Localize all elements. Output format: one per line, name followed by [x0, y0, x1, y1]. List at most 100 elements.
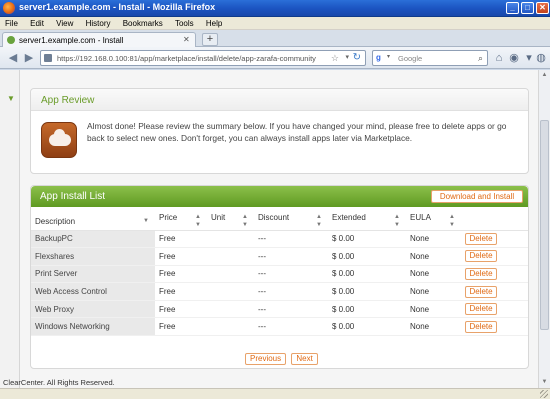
- cell-eula: None: [406, 230, 461, 249]
- close-window-button[interactable]: ✕: [536, 2, 549, 14]
- col-unit[interactable]: Unit ▲ ▼: [207, 213, 254, 231]
- sort-icon: ▲ ▼: [449, 214, 455, 229]
- table-row: Web Access Control Free --- $ 0.00 None …: [31, 282, 528, 301]
- globe-icon[interactable]: ◍: [534, 51, 548, 65]
- pagination: Previous Next: [245, 353, 321, 365]
- maximize-button[interactable]: □: [521, 2, 534, 14]
- scroll-down-icon[interactable]: ▼: [539, 377, 550, 388]
- tab-install[interactable]: server1.example.com - Install ✕: [2, 32, 196, 47]
- cell-unit: [207, 317, 254, 337]
- delete-button[interactable]: Delete: [465, 303, 497, 316]
- table-row: Print Server Free --- $ 0.00 None Delete: [31, 265, 528, 284]
- col-description[interactable]: Description ▼: [31, 213, 155, 231]
- search-icon[interactable]: ⌕: [478, 53, 483, 64]
- cell-description: Print Server: [31, 265, 155, 284]
- menu-view[interactable]: View: [51, 17, 78, 28]
- app-review-header: App Review: [31, 89, 528, 111]
- download-and-install-button[interactable]: Download and Install: [431, 190, 523, 203]
- menu-file[interactable]: File: [0, 17, 23, 28]
- menu-edit[interactable]: Edit: [25, 17, 49, 28]
- cell-description: Web Access Control: [31, 282, 155, 301]
- scroll-up-icon[interactable]: ▲: [539, 70, 550, 81]
- url-dropdown-icon[interactable]: ▾: [345, 53, 349, 61]
- col-extended[interactable]: Extended ▲ ▼: [328, 213, 406, 231]
- cell-eula: None: [406, 300, 461, 319]
- sort-icon: ▲ ▼: [195, 214, 201, 229]
- search-input[interactable]: Google: [398, 54, 422, 63]
- new-tab-button[interactable]: +: [202, 33, 218, 46]
- menu-help[interactable]: Help: [201, 17, 227, 28]
- delete-button[interactable]: Delete: [465, 267, 497, 280]
- home-icon[interactable]: ⌂: [492, 51, 506, 65]
- cell-price: Free: [155, 317, 207, 337]
- next-button[interactable]: Next: [291, 353, 318, 365]
- vertical-scrollbar[interactable]: ▲ ▼: [538, 70, 550, 388]
- reload-icon[interactable]: ↻: [353, 52, 361, 63]
- app-review-title: App Review: [41, 95, 95, 106]
- cell-description: BackupPC: [31, 230, 155, 249]
- cell-eula: None: [406, 247, 461, 266]
- close-tab-icon[interactable]: ✕: [183, 35, 191, 44]
- cell-extended: $ 0.00: [328, 300, 406, 319]
- cell-discount: ---: [254, 265, 328, 284]
- app-install-list-title: App Install List: [40, 191, 106, 202]
- forward-button[interactable]: ▶: [22, 51, 36, 65]
- app-review-panel: App Review Almost done! Please review th…: [30, 88, 529, 174]
- menu-bookmarks[interactable]: Bookmarks: [118, 17, 168, 28]
- cell-eula: None: [406, 317, 461, 337]
- delete-button[interactable]: Delete: [465, 285, 497, 298]
- cell-price: Free: [155, 265, 207, 284]
- window-title: server1.example.com - Install - Mozilla …: [19, 2, 216, 12]
- app-install-list-header: App Install List Download and Install: [31, 186, 528, 207]
- cell-extended: $ 0.00: [328, 282, 406, 301]
- resize-grip-icon[interactable]: [540, 390, 548, 398]
- search-engine-icon[interactable]: g: [376, 53, 386, 63]
- delete-button[interactable]: Delete: [465, 320, 497, 333]
- cell-unit: [207, 247, 254, 266]
- delete-button[interactable]: Delete: [465, 250, 497, 263]
- site-identity-icon[interactable]: [44, 54, 52, 62]
- status-bar: [0, 388, 550, 399]
- marketplace-cloud-icon: [41, 122, 77, 158]
- table-row: Windows Networking Free --- $ 0.00 None …: [31, 317, 528, 337]
- col-discount[interactable]: Discount ▲ ▼: [254, 213, 328, 231]
- cell-price: Free: [155, 247, 207, 266]
- tab-label: server1.example.com - Install: [19, 36, 124, 45]
- cell-price: Free: [155, 300, 207, 319]
- window-titlebar: server1.example.com - Install - Mozilla …: [0, 0, 550, 17]
- table-row: Flexshares Free --- $ 0.00 None Delete: [31, 247, 528, 266]
- cell-discount: ---: [254, 300, 328, 319]
- cell-extended: $ 0.00: [328, 265, 406, 284]
- cell-eula: None: [406, 265, 461, 284]
- app-install-list-panel: App Install List Download and Install De…: [30, 185, 529, 369]
- cell-description: Web Proxy: [31, 300, 155, 319]
- sort-icon: ▲ ▼: [316, 214, 322, 229]
- scrollbar-thumb[interactable]: [540, 120, 549, 330]
- install-table: Description ▼ Price ▲ ▼ Unit ▲ ▼ Discount ▲ ▼ E…: [31, 213, 528, 337]
- back-button[interactable]: ◀: [6, 51, 20, 65]
- delete-button[interactable]: Delete: [465, 232, 497, 245]
- search-engine-dropdown-icon[interactable]: ▾: [387, 53, 390, 60]
- bookmark-star-icon[interactable]: ☆: [331, 53, 339, 64]
- cell-unit: [207, 300, 254, 319]
- sort-icon: ▼: [143, 217, 149, 224]
- cell-extended: $ 0.00: [328, 247, 406, 266]
- cell-description: Flexshares: [31, 247, 155, 266]
- menu-tools[interactable]: Tools: [170, 17, 199, 28]
- search-bar[interactable]: g ▾ Google ⌕: [372, 50, 488, 66]
- expand-chevron-icon[interactable]: ▼: [7, 94, 15, 103]
- menu-history[interactable]: History: [81, 17, 116, 28]
- url-bar[interactable]: https://192.168.0.100:81/app/marketplace…: [40, 50, 366, 66]
- menu-bar: File Edit View History Bookmarks Tools H…: [0, 17, 550, 30]
- table-row: Web Proxy Free --- $ 0.00 None Delete: [31, 300, 528, 319]
- addon-icon[interactable]: ◉: [507, 51, 521, 65]
- col-eula[interactable]: EULA ▲ ▼: [406, 213, 461, 231]
- previous-button[interactable]: Previous: [245, 353, 287, 365]
- review-message: Almost done! Please review the summary b…: [87, 121, 507, 143]
- col-price[interactable]: Price ▲ ▼: [155, 213, 207, 231]
- minimize-button[interactable]: _: [506, 2, 519, 14]
- cell-extended: $ 0.00: [328, 317, 406, 337]
- table-row: BackupPC Free --- $ 0.00 None Delete: [31, 230, 528, 249]
- url-text[interactable]: https://192.168.0.100:81/app/marketplace…: [57, 54, 327, 63]
- site-favicon-icon: [7, 36, 15, 44]
